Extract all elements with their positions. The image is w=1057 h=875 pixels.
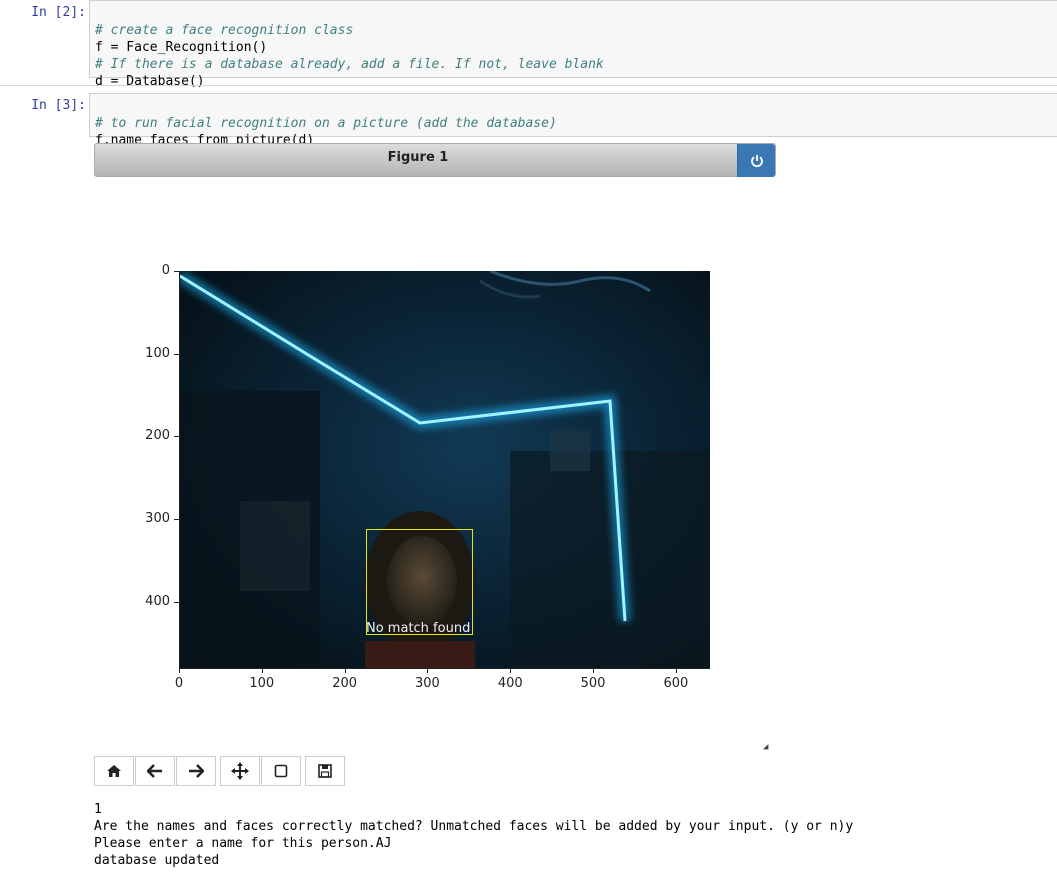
x-tick [593,668,595,673]
back-button[interactable] [135,756,175,786]
cell-prompt: In [2]: [31,5,86,20]
x-tick-label: 300 [415,676,440,691]
back-arrow-icon [147,764,162,778]
output-line: Are the names and faces correctly matche… [94,819,854,834]
resize-handle-icon[interactable]: ◢ [763,742,768,752]
y-tick-label: 300 [145,511,170,527]
code-comment: # to run facial recognition on a picture… [95,116,557,131]
x-tick [675,668,677,673]
forward-arrow-icon [189,764,204,778]
y-tick-label: 400 [145,593,170,609]
y-tick [174,436,179,438]
x-tick [510,668,512,673]
home-button[interactable] [94,756,134,786]
pan-move-icon [231,762,249,780]
zoom-rect-icon [274,764,288,778]
y-tick [174,353,179,355]
forward-button[interactable] [176,756,216,786]
code-comment: # If there is a database already, add a … [95,57,604,72]
code-line: d = Database() [95,74,205,89]
x-tick-label: 600 [663,676,689,691]
output-line: 1 [94,802,102,817]
close-figure-button[interactable] [737,144,775,177]
y-tick [174,271,179,272]
home-icon [107,765,121,777]
figure-header: Figure 1 [94,143,776,177]
save-button[interactable] [305,756,345,786]
power-icon [750,154,763,167]
x-tick-label: 400 [497,676,523,691]
cell-separator [0,85,1057,86]
y-tick [174,519,179,521]
y-axis [179,271,180,668]
code-cell[interactable]: # create a face recognition class f = Fa… [89,0,1057,89]
code-comment: # create a face recognition class [95,23,354,38]
zoom-button[interactable] [261,756,301,786]
x-tick [427,668,429,673]
face-bounding-box [366,529,473,635]
code-cell[interactable]: # to run facial recognition on a picture… [89,93,1057,148]
x-tick [179,668,180,673]
y-tick-label: 200 [145,428,170,444]
cell-prompt: In [3]: [31,98,86,113]
y-tick-label: 0 [161,263,170,278]
figure-title: Figure 1 [387,150,449,165]
x-tick [344,668,346,673]
output-line: database updated [94,853,220,868]
cell-output: 1 Are the names and faces correctly matc… [94,801,853,869]
code-line: f = Face_Recognition() [95,40,268,55]
output-line: Please enter a name for this person.AJ [94,836,392,851]
figure-toolbar [94,756,346,788]
y-tick [174,601,179,603]
y-tick-label: 100 [145,345,170,361]
save-icon [318,764,332,778]
x-axis [179,668,710,669]
x-tick-label: 500 [580,676,606,691]
x-tick-label: 200 [332,676,358,691]
x-tick [261,668,263,673]
face-match-label: No match found [366,621,471,636]
x-tick-label: 100 [249,676,275,691]
x-tick-label: 0 [174,676,184,691]
pan-button[interactable] [220,756,260,786]
